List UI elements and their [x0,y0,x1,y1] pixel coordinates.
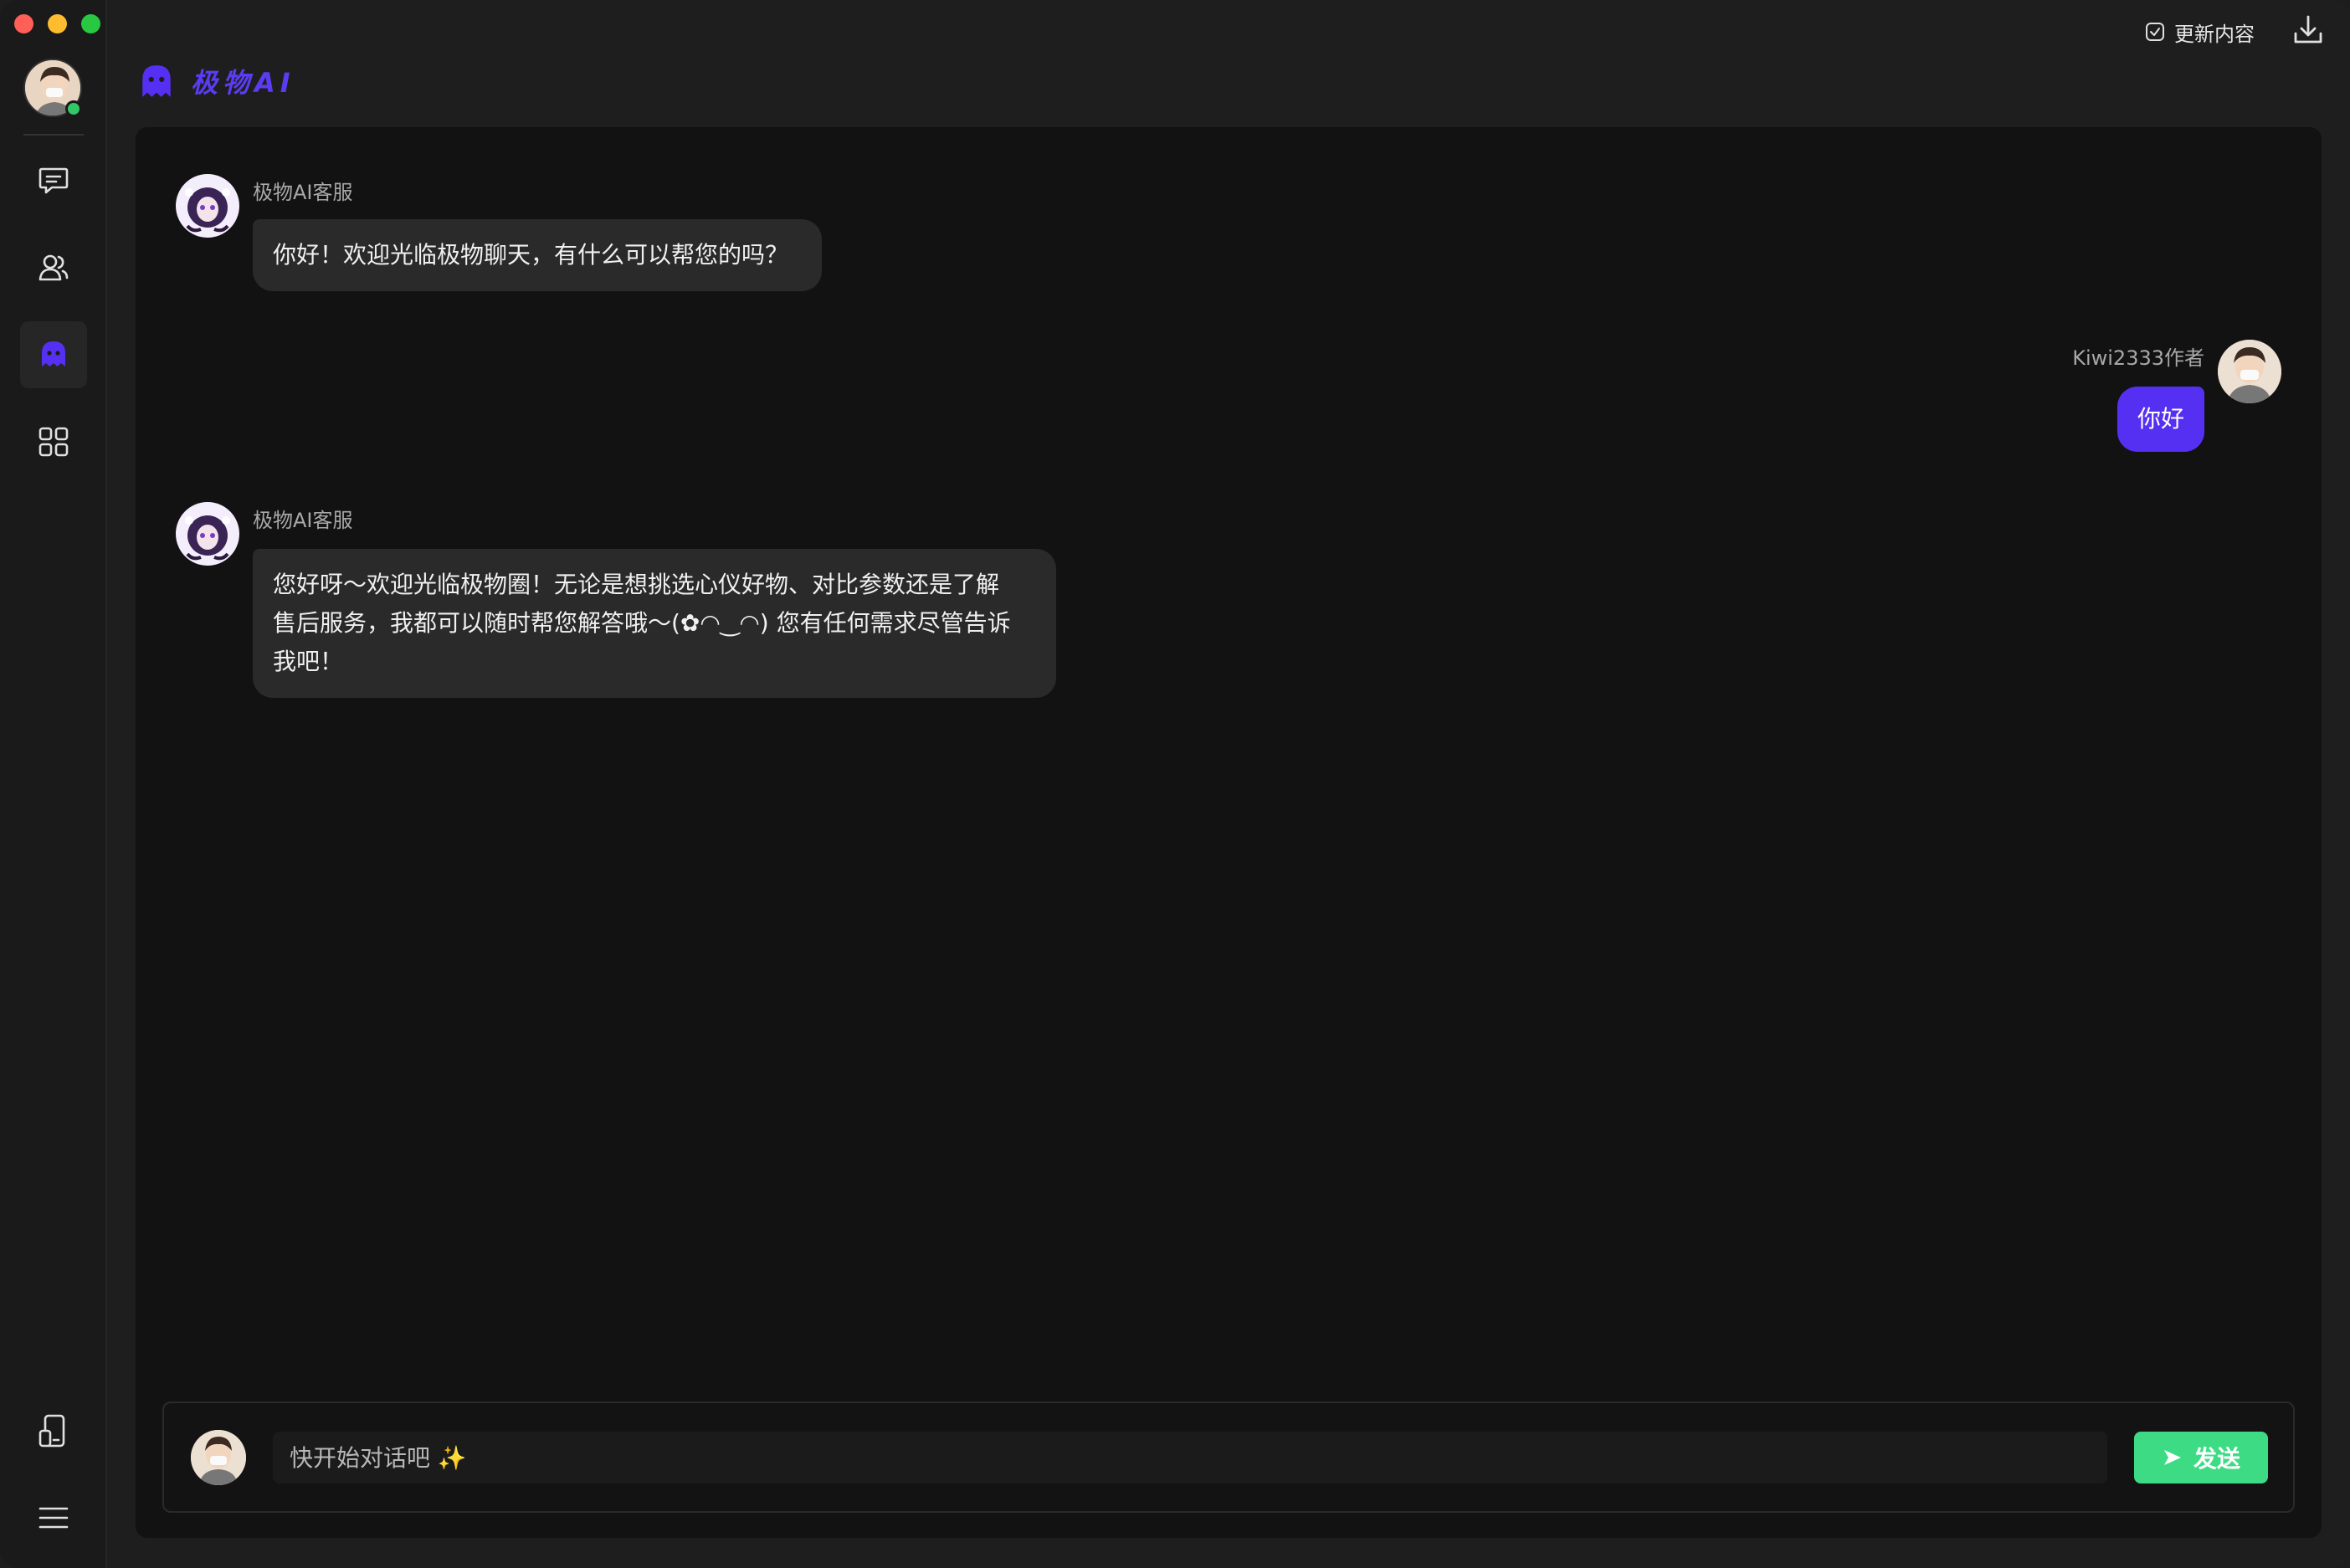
app-window: 更新内容 极物AI 极物AI客服 你好！欢迎光临极物聊天，有什么可以帮您的吗？ … [0,0,2350,1568]
sidebar-item-apps[interactable] [20,408,87,475]
chat-panel: 极物AI客服 你好！欢迎光临极物聊天，有什么可以帮您的吗？ Kiwi2333作者… [136,127,2322,1538]
download-button[interactable] [2291,13,2325,50]
message-composer: 发送 [162,1401,2295,1513]
window-controls [14,14,100,33]
bot-avatar [176,502,239,566]
update-notes-label: 更新内容 [2174,22,2255,46]
grid-icon [38,427,69,457]
composer-avatar [191,1430,246,1485]
bot-message-bubble[interactable]: 您好呀～欢迎光临极物圈！无论是想挑选心仪好物、对比参数还是了解 售后服务，我都可… [253,549,1056,698]
ghost-logo-icon [142,65,171,97]
check-square-icon [2146,23,2164,41]
send-icon [2163,1450,2181,1465]
brand-title: 极物AI [191,67,295,99]
sidebar-item-ai-assistant[interactable] [20,321,87,388]
message-sender: 极物AI客服 [253,181,353,204]
message-sender: Kiwi2333作者 [2072,346,2204,370]
topbar-actions: 更新内容 [2144,13,2325,50]
hamburger-menu-icon [38,1507,69,1529]
sidebar-item-messages[interactable] [20,147,87,214]
message-text-line: 我吧！ [273,648,344,675]
message-text: 你好！欢迎光临极物聊天，有什么可以帮您的吗？ [273,241,789,269]
download-icon [2294,15,2322,44]
message-input[interactable] [273,1432,2107,1483]
maximize-window-button[interactable] [81,14,100,33]
sidebar-divider [23,134,84,136]
close-window-button[interactable] [14,14,33,33]
message-text: 你好 [2137,405,2184,433]
contacts-icon [38,254,69,281]
sidebar [0,0,107,1568]
update-notes-link[interactable]: 更新内容 [2144,18,2255,47]
brand-header: 极物AI [137,62,295,100]
online-status-dot [65,100,82,117]
user-message-avatar [2218,340,2281,403]
message-sender: 极物AI客服 [253,509,353,532]
message-text-line: 售后服务，我都可以随时帮您解答哦～(✿◠‿◠) 您有任何需求尽管告诉 [273,609,1011,637]
device-icon [38,1414,65,1448]
bot-message-bubble[interactable]: 你好！欢迎光临极物聊天，有什么可以帮您的吗？ [253,219,822,291]
chat-bubble-icon [38,167,69,194]
bot-avatar [176,174,239,238]
minimize-window-button[interactable] [48,14,67,33]
send-label: 发送 [2193,1445,2240,1473]
sidebar-item-menu[interactable] [20,1484,87,1551]
user-message-bubble[interactable]: 你好 [2117,387,2204,452]
message-text-line: 您好呀～欢迎光临极物圈！无论是想挑选心仪好物、对比参数还是了解 [273,571,1000,598]
sidebar-item-device[interactable] [20,1397,87,1464]
send-button[interactable]: 发送 [2134,1432,2268,1483]
ghost-icon [42,341,65,366]
sidebar-item-contacts[interactable] [20,234,87,301]
